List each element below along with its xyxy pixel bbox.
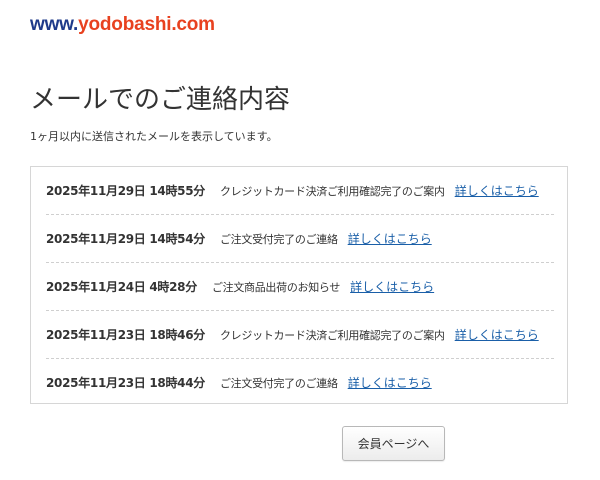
member-page-button[interactable]: 会員ページへ	[342, 426, 445, 461]
mail-row: 2025年11月23日 18時44分 ご注文受付完了のご連絡 詳しくはこちら	[46, 359, 554, 406]
mail-row: 2025年11月24日 4時28分 ご注文商品出荷のお知らせ 詳しくはこちら	[46, 263, 554, 311]
mail-subject: クレジットカード決済ご利用確認完了のご案内	[219, 184, 445, 198]
mail-row: 2025年11月23日 18時46分 クレジットカード決済ご利用確認完了のご案内…	[46, 311, 554, 359]
mail-date: 2025年11月23日 18時46分	[46, 328, 205, 342]
logo-prefix: www.	[30, 14, 79, 35]
mail-details-link[interactable]: 詳しくはこちら	[455, 182, 539, 199]
mail-details-link[interactable]: 詳しくはこちら	[350, 278, 434, 295]
mail-details-link[interactable]: 詳しくはこちら	[348, 230, 432, 247]
page-subtitle: 1ヶ月以内に送信されたメールを表示しています。	[30, 130, 278, 143]
mail-subject: クレジットカード決済ご利用確認完了のご案内	[219, 328, 445, 342]
page-title: メールでのご連絡内容	[30, 85, 291, 115]
mail-date: 2025年11月29日 14時54分	[46, 232, 205, 246]
mail-date: 2025年11月24日 4時28分	[46, 280, 197, 294]
mail-list: 2025年11月29日 14時55分 クレジットカード決済ご利用確認完了のご案内…	[46, 167, 554, 406]
site-logo[interactable]: www.yodobashi.com	[30, 13, 215, 37]
mail-date: 2025年11月29日 14時55分	[46, 184, 205, 198]
mail-list-box: 2025年11月29日 14時55分 クレジットカード決済ご利用確認完了のご案内…	[30, 166, 568, 404]
mail-row: 2025年11月29日 14時54分 ご注文受付完了のご連絡 詳しくはこちら	[46, 215, 554, 263]
mail-details-link[interactable]: 詳しくはこちら	[348, 374, 432, 391]
mail-subject: ご注文受付完了のご連絡	[219, 232, 338, 246]
mail-date: 2025年11月23日 18時44分	[46, 376, 205, 390]
mail-row: 2025年11月29日 14時55分 クレジットカード決済ご利用確認完了のご案内…	[46, 167, 554, 215]
mail-subject: ご注文受付完了のご連絡	[219, 376, 338, 390]
mail-subject: ご注文商品出荷のお知らせ	[211, 280, 341, 294]
mail-details-link[interactable]: 詳しくはこちら	[455, 326, 539, 343]
logo-name: yodobashi.com	[78, 14, 215, 35]
